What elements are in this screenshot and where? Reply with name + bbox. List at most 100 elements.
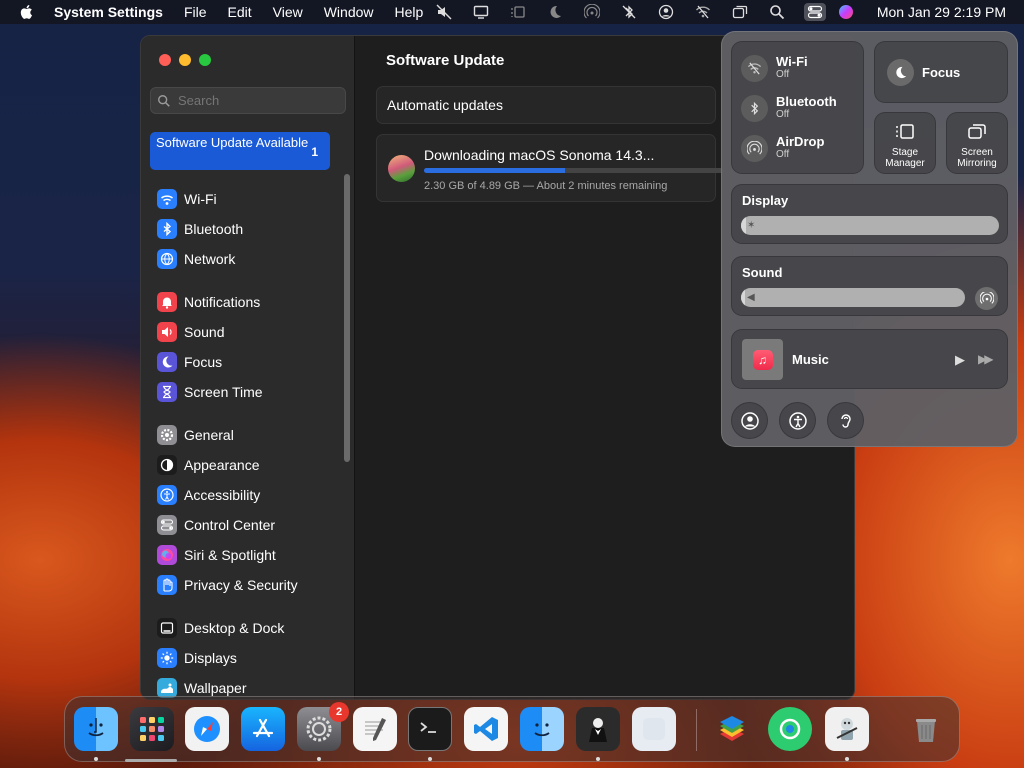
volume-slider[interactable]: ◀ <box>741 288 965 307</box>
sidebar-item-privacy-security[interactable]: Privacy & Security <box>141 570 346 600</box>
close-button[interactable] <box>159 54 171 66</box>
sidebar-item-label: General <box>184 427 234 443</box>
dock-textedit[interactable] <box>353 707 397 751</box>
fast-user-switching-button[interactable] <box>731 402 768 439</box>
airdrop-toggle[interactable]: AirDrop Off <box>741 135 824 162</box>
download-status: 2.30 GB of 4.89 GB — About 2 minutes rem… <box>424 180 668 192</box>
dock-app-store[interactable] <box>241 707 285 751</box>
dock-findmy[interactable] <box>768 707 812 751</box>
menu-clock[interactable]: Mon Jan 29 2:19 PM <box>877 4 1006 20</box>
wifi-status: Off <box>776 69 790 80</box>
search-field[interactable] <box>150 87 346 114</box>
stage-manager-icon[interactable] <box>508 3 528 21</box>
dock-bluestacks[interactable] <box>710 707 754 751</box>
window-switcher-icon[interactable] <box>730 3 750 21</box>
robot-icon <box>836 718 858 740</box>
moon-icon <box>887 58 914 86</box>
notification-badge: 2 <box>329 702 349 722</box>
sidebar-list: Wi-Fi Bluetooth Network Notifications Sound F… <box>141 184 346 699</box>
speaker-icon: ◀ <box>747 292 755 303</box>
brightness-slider[interactable]: ✶ <box>741 216 999 235</box>
dock-launchpad[interactable] <box>130 707 174 751</box>
airdrop-status: Off <box>776 149 790 160</box>
wifi-off-icon[interactable] <box>693 3 713 21</box>
sidebar-item-displays[interactable]: Displays <box>141 643 346 673</box>
stage-manager-button[interactable]: Stage Manager <box>874 112 936 174</box>
accessibility-shortcuts-button[interactable] <box>779 402 816 439</box>
bluetooth-icon <box>157 219 177 239</box>
textedit-icon <box>365 718 386 741</box>
play-button[interactable]: ▶ <box>955 352 965 368</box>
airdrop-icon[interactable] <box>582 3 602 21</box>
bluetooth-label: Bluetooth <box>776 94 837 109</box>
sidebar-item-notifications[interactable]: Notifications <box>141 287 346 317</box>
dock-bartender[interactable] <box>576 707 620 751</box>
airplay-icon <box>979 291 994 304</box>
screen-mirroring-button[interactable]: Screen Mirroring <box>946 112 1008 174</box>
sidebar-item-network[interactable]: Network <box>141 244 346 274</box>
dock-trash[interactable] <box>904 707 948 751</box>
dock-automator[interactable] <box>825 707 869 751</box>
sidebar-item-appearance[interactable]: Appearance <box>141 450 346 480</box>
sidebar-item-software-update[interactable]: Software Update Available 1 <box>150 132 330 170</box>
dock-blank-app[interactable] <box>632 707 676 751</box>
window-menu[interactable]: Window <box>324 4 374 20</box>
sidebar-item-sound[interactable]: Sound <box>141 317 346 347</box>
user-icon[interactable] <box>656 3 676 21</box>
control-center-icon[interactable] <box>803 3 826 21</box>
view-menu[interactable]: View <box>273 4 303 20</box>
focus-module[interactable]: Focus <box>874 41 1008 103</box>
siri-icon[interactable] <box>836 3 856 21</box>
bluetooth-off-icon[interactable] <box>619 3 639 21</box>
siri-icon <box>157 545 177 565</box>
edit-menu[interactable]: Edit <box>228 4 252 20</box>
dock-safari[interactable] <box>185 707 229 751</box>
now-playing-module: ♫ Music ▶ ▶▶ <box>731 329 1008 389</box>
search-input[interactable] <box>178 93 338 108</box>
display-module: Display ✶ <box>731 184 1008 244</box>
vscode-icon <box>474 717 498 741</box>
sidebar-item-label: Screen Time <box>184 384 263 400</box>
mute-icon[interactable] <box>434 3 454 21</box>
sidebar-item-focus[interactable]: Focus <box>141 347 346 377</box>
airdrop-icon <box>741 135 768 162</box>
sidebar-item-siri-spotlight[interactable]: Siri & Spotlight <box>141 540 346 570</box>
hearing-button[interactable] <box>827 402 864 439</box>
sidebar-item-accessibility[interactable]: Accessibility <box>141 480 346 510</box>
dock-terminal[interactable] <box>408 707 452 751</box>
wifi-toggle[interactable]: Wi-Fi Off <box>741 55 808 82</box>
minimize-button[interactable] <box>179 54 191 66</box>
focus-moon-icon[interactable] <box>545 3 565 21</box>
sidebar-item-label: Notifications <box>184 294 261 310</box>
zoom-button[interactable] <box>199 54 211 66</box>
dock-vscode[interactable] <box>464 707 508 751</box>
dock-finder[interactable] <box>74 707 118 751</box>
apple-menu-icon[interactable] <box>18 3 36 21</box>
next-track-button[interactable]: ▶▶ <box>978 352 994 366</box>
sidebar-item-control-center[interactable]: Control Center <box>141 510 346 540</box>
bluetooth-toggle[interactable]: Bluetooth Off <box>741 95 837 122</box>
sidebar-item-label: Desktop & Dock <box>184 620 285 636</box>
sidebar-item-desktop-dock[interactable]: Desktop & Dock <box>141 613 346 643</box>
download-progress-bar <box>424 168 724 173</box>
app-name-menu[interactable]: System Settings <box>54 4 163 20</box>
help-menu[interactable]: Help <box>395 4 424 20</box>
moon-icon <box>157 352 177 372</box>
dock-finder-2[interactable] <box>520 707 564 751</box>
appearance-icon <box>157 455 177 475</box>
spotlight-search-icon[interactable] <box>767 3 787 21</box>
bluestacks-icon <box>720 716 744 741</box>
sidebar-item-screen-time[interactable]: Screen Time <box>141 377 346 407</box>
sidebar-item-wi-fi[interactable]: Wi-Fi <box>141 184 346 214</box>
download-card: Downloading macOS Sonoma 14.3... 2.30 GB… <box>376 134 724 202</box>
sidebar-item-general[interactable]: General <box>141 420 346 450</box>
music-app-icon: ♫ <box>752 349 773 370</box>
display-icon[interactable] <box>471 3 491 21</box>
automatic-updates-row[interactable]: Automatic updates <box>376 86 716 124</box>
wallpaper-icon <box>157 678 177 698</box>
gear-icon <box>306 716 332 742</box>
file-menu[interactable]: File <box>184 4 207 20</box>
airplay-audio-button[interactable] <box>975 287 998 310</box>
sidebar-item-bluetooth[interactable]: Bluetooth <box>141 214 346 244</box>
sidebar-scrollbar[interactable] <box>344 174 350 462</box>
